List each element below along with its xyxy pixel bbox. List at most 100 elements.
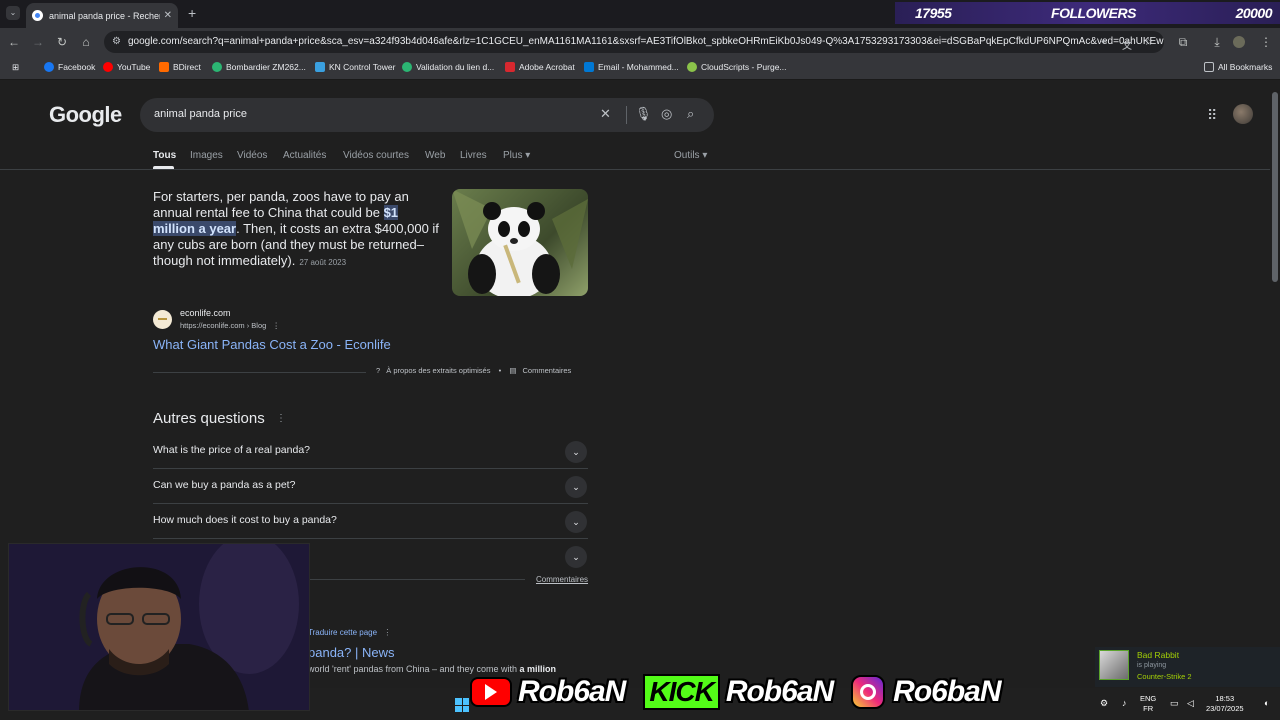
follower-count: 17955 xyxy=(915,5,952,21)
google-apps-icon[interactable]: ⠿ xyxy=(1207,107,1217,124)
language-indicator[interactable]: ENG FR xyxy=(1140,694,1156,714)
bookmarks-bar: ⊞ Facebook YouTube BDirect Bombardier ZM… xyxy=(0,56,1280,80)
cloudscripts-icon xyxy=(687,62,697,72)
youtube-icon xyxy=(103,62,113,72)
bookmark-star-icon[interactable]: ☆ xyxy=(1144,37,1153,48)
profile-avatar[interactable] xyxy=(1233,36,1245,48)
friend-avatar xyxy=(1099,650,1129,680)
bookmark-cloudscripts[interactable]: CloudScripts - Purge... xyxy=(687,62,787,72)
volume-icon[interactable]: ◁ xyxy=(1187,698,1194,709)
bookmark-kn-control-tower[interactable]: KN Control Tower xyxy=(315,62,395,72)
site-info-icon[interactable]: ⚙ xyxy=(112,31,121,53)
scrollbar-thumb[interactable] xyxy=(1272,92,1278,282)
search-input[interactable]: animal panda price ✕ 🎙 ◎ ⌕ xyxy=(140,98,714,132)
address-url: google.com/search?q=animal+panda+price&s… xyxy=(128,36,1164,47)
tools-button[interactable]: Outils ▾ xyxy=(674,150,707,161)
follower-goal: 20000 xyxy=(1235,5,1273,21)
panda-illustration xyxy=(452,189,588,296)
paa-question: Can we buy a panda as a pet? xyxy=(153,479,296,491)
bookmark-adobe-acrobat[interactable]: Adobe Acrobat xyxy=(505,62,575,72)
tab-short-videos[interactable]: Vidéos courtes xyxy=(343,150,409,161)
search-icon[interactable]: ⌕ xyxy=(687,106,694,122)
clear-search-icon[interactable]: ✕ xyxy=(600,106,611,122)
tab-close-icon[interactable]: ✕ xyxy=(164,10,172,21)
featured-snippet-text: For starters, per panda, zoos have to pa… xyxy=(153,189,439,268)
browser-tab-active[interactable]: animal panda price - Recherche ✕ xyxy=(26,3,178,28)
bookmark-email[interactable]: Email - Mohammed... xyxy=(584,62,679,72)
result-link[interactable]: panda? | News xyxy=(308,645,395,660)
feedback-icon[interactable]: ▤ xyxy=(509,366,516,375)
facebook-icon xyxy=(44,62,54,72)
bookmark-youtube[interactable]: YouTube xyxy=(103,62,150,72)
forward-arrow-icon[interactable]: → xyxy=(30,34,46,50)
bookmark-facebook[interactable]: Facebook xyxy=(44,62,95,72)
location-icon[interactable]: ⌖ xyxy=(1101,37,1107,48)
chevron-down-icon[interactable]: ⌄ xyxy=(565,476,587,498)
all-bookmarks[interactable]: All Bookmarks xyxy=(1204,62,1272,72)
steam-tray-icon[interactable]: ⚙ xyxy=(1100,698,1108,709)
paa-feedback-link[interactable]: Commentaires xyxy=(536,575,588,584)
snippet-date: 27 août 2023 xyxy=(299,258,347,267)
new-tab-button[interactable]: + xyxy=(188,5,196,21)
lens-search-icon[interactable]: ◎ xyxy=(661,106,672,122)
bdirect-icon xyxy=(159,62,169,72)
account-avatar[interactable] xyxy=(1233,104,1253,124)
chrome-menu-icon[interactable]: ⋮ xyxy=(1258,34,1274,50)
apps-grid-icon[interactable]: ⊞ xyxy=(12,62,19,73)
network-icon[interactable]: ▭ xyxy=(1170,698,1179,709)
search-query[interactable]: animal panda price xyxy=(154,108,247,120)
back-arrow-icon[interactable]: ← xyxy=(6,34,22,50)
about-snippets-link[interactable]: À propos des extraits optimisés xyxy=(386,366,490,375)
chevron-down-icon[interactable]: ⌄ xyxy=(565,511,587,533)
search-divider xyxy=(626,106,627,124)
result-options-icon[interactable]: ⋮ xyxy=(272,321,280,330)
translate-page-link[interactable]: Traduire cette page ⋮ xyxy=(308,628,391,637)
kick-handle: Rob6aN xyxy=(725,675,834,708)
validation-icon xyxy=(402,62,412,72)
social-handles-overlay: Rob6aN KICK Rob6aN Ro6baN xyxy=(470,674,1002,710)
notifications-icon[interactable]: ◐ xyxy=(1264,698,1269,708)
clock[interactable]: 18:53 23/07/2025 xyxy=(1206,694,1244,714)
follower-label: FOLLOWERS xyxy=(1051,5,1136,21)
tab-search-button[interactable]: ⌄ xyxy=(6,6,20,20)
tab-web[interactable]: Web xyxy=(425,150,445,161)
tab-strip: ⌄ animal panda price - Recherche ✕ + 179… xyxy=(0,0,1280,28)
address-bar[interactable]: ⚙ google.com/search?q=animal+panda+price… xyxy=(104,31,1164,53)
extensions-icon[interactable]: ⧉ xyxy=(1175,34,1191,50)
translate-icon[interactable]: 文 xyxy=(1122,37,1132,52)
webcam-overlay xyxy=(8,543,310,711)
panda-thumbnail-image[interactable] xyxy=(452,189,588,296)
result-options-icon[interactable]: ⋮ xyxy=(383,628,391,637)
bookmark-bombardier[interactable]: Bombardier ZM262... xyxy=(212,62,306,72)
reload-icon[interactable]: ↻ xyxy=(54,34,70,50)
voice-search-icon[interactable]: 🎙 xyxy=(635,106,652,122)
paa-options-icon[interactable]: ⋮ xyxy=(276,413,286,424)
windows-start-icon[interactable] xyxy=(455,698,469,712)
google-logo[interactable]: Google xyxy=(49,102,122,128)
tab-videos[interactable]: Vidéos xyxy=(237,150,267,161)
downloads-icon[interactable]: ⤓ xyxy=(1209,34,1225,50)
tab-all[interactable]: Tous xyxy=(153,150,176,161)
result-snippet: world 'rent' pandas from China – and the… xyxy=(308,664,557,674)
paa-question-row[interactable]: Can we buy a panda as a pet? ⌄ xyxy=(153,469,588,504)
paa-question: What is the price of a real panda? xyxy=(153,444,311,456)
chevron-down-icon[interactable]: ⌄ xyxy=(565,546,587,568)
featured-result-link[interactable]: What Giant Pandas Cost a Zoo - Econlife xyxy=(153,337,391,352)
snippet-feedback-link[interactable]: Commentaires xyxy=(523,366,572,375)
paa-question-row[interactable]: What is the price of a real panda? ⌄ xyxy=(153,434,588,469)
dot-separator: • xyxy=(498,366,502,375)
paa-question-row[interactable]: How much does it cost to buy a panda? ⌄ xyxy=(153,504,588,539)
tab-images[interactable]: Images xyxy=(190,150,223,161)
bookmark-validation[interactable]: Validation du lien d... xyxy=(402,62,494,72)
people-also-ask-title: Autres questions xyxy=(153,410,265,427)
tab-more[interactable]: Plus ▾ xyxy=(503,150,530,161)
help-icon[interactable]: ? xyxy=(376,366,380,375)
friend-status: is playing xyxy=(1137,662,1167,669)
google-favicon-icon xyxy=(32,10,43,21)
microphone-tray-icon[interactable]: ♪ xyxy=(1122,698,1127,708)
bookmark-bdirect[interactable]: BDirect xyxy=(159,62,201,72)
chevron-down-icon[interactable]: ⌄ xyxy=(565,441,587,463)
tab-books[interactable]: Livres xyxy=(460,150,487,161)
home-icon[interactable]: ⌂ xyxy=(78,34,94,50)
tab-news[interactable]: Actualités xyxy=(283,150,326,161)
